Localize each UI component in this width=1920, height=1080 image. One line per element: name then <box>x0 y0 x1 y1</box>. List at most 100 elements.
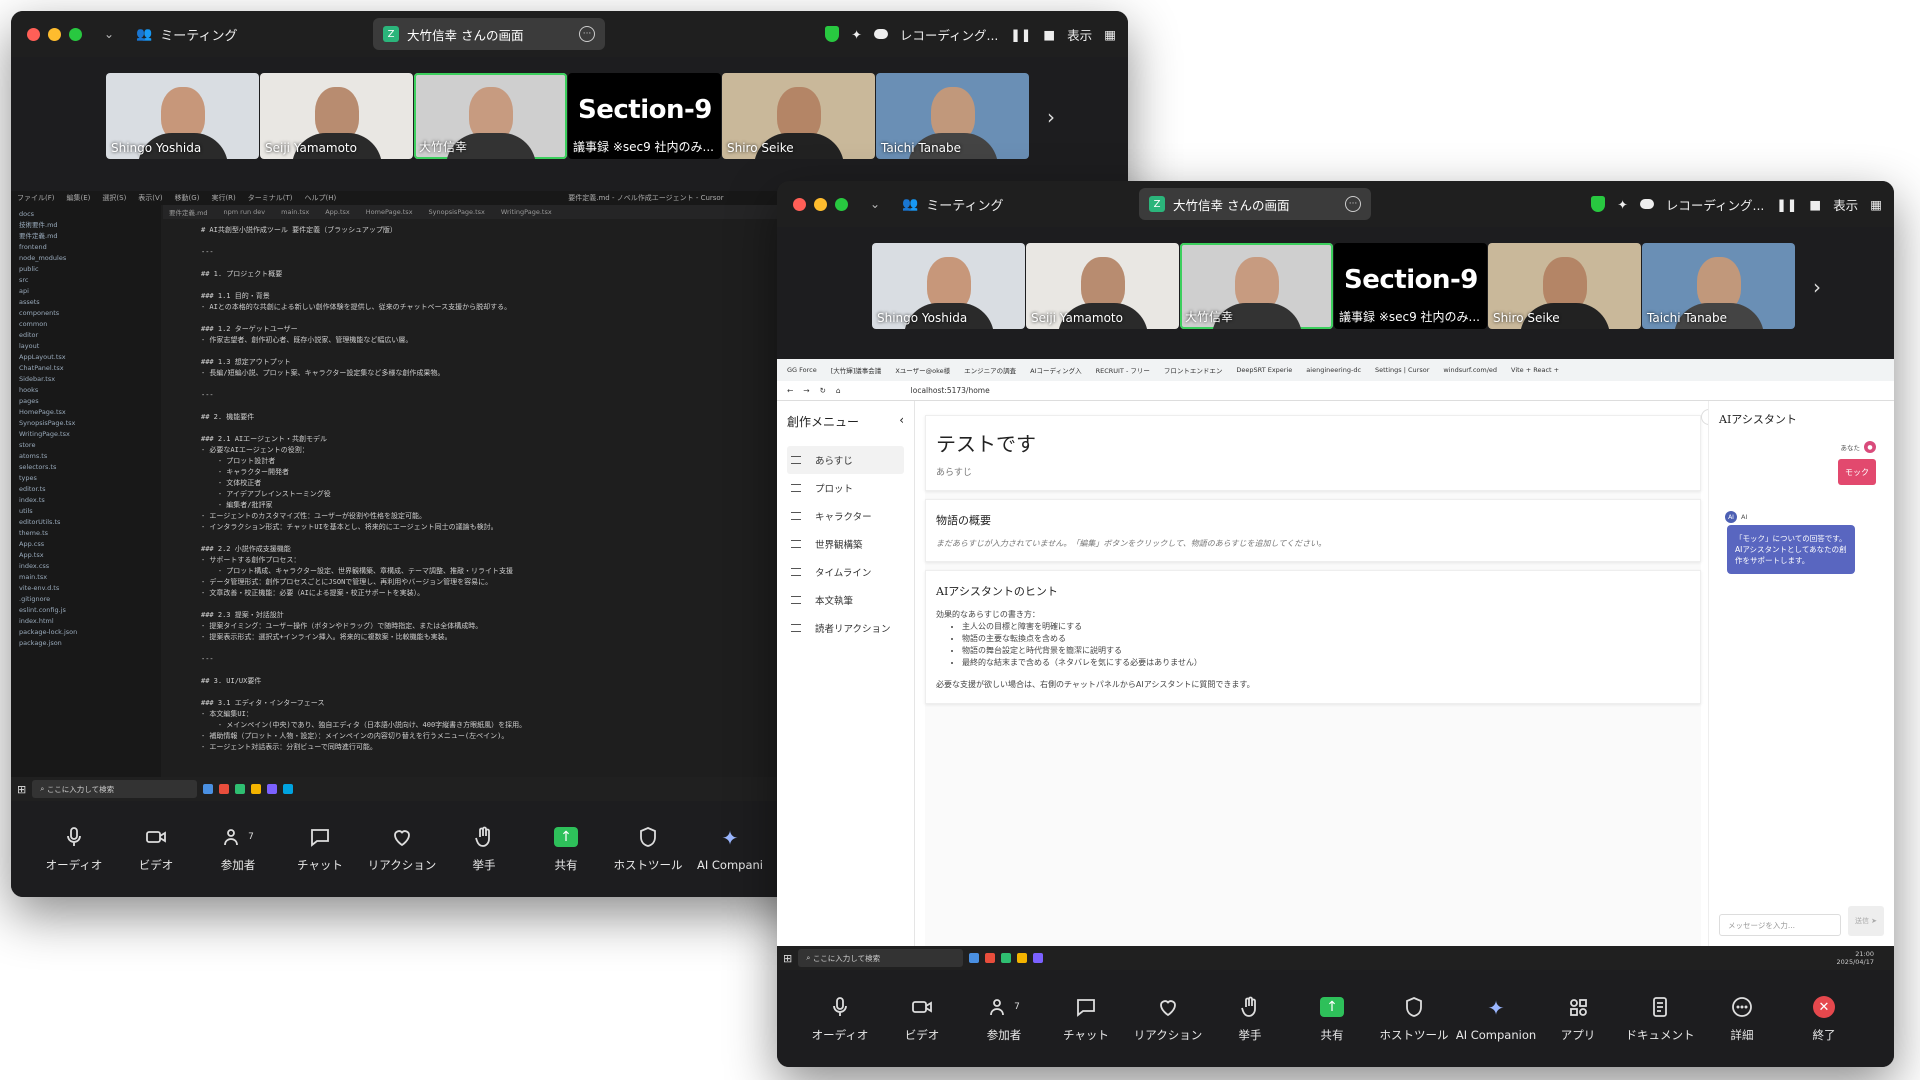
minimize-icon[interactable] <box>48 27 61 41</box>
file-tree-item[interactable]: index.ts <box>19 495 153 506</box>
sidebar-item[interactable]: あらすじ <box>787 446 904 474</box>
file-tree-item[interactable]: api <box>19 286 153 297</box>
taskbar-app-icon[interactable] <box>969 953 980 963</box>
sidebar-item[interactable]: 本文執筆 <box>787 586 904 614</box>
sidebar-item[interactable]: 読者リアクション <box>787 614 904 642</box>
toolbar-button[interactable]: ✦ AI Companion <box>1455 996 1537 1042</box>
more-icon[interactable]: ··· <box>579 26 595 42</box>
pause-icon[interactable]: ❚❚ <box>1010 27 1031 42</box>
menu-item[interactable]: 実行(R) <box>211 193 235 203</box>
shield-icon[interactable] <box>825 26 840 42</box>
browser-tab[interactable]: Vite + React + <box>1511 366 1559 374</box>
message-input[interactable]: メッセージを入力... <box>1719 914 1841 936</box>
view-button[interactable]: 表示 <box>1067 25 1092 44</box>
file-tree-item[interactable]: 要件定義.md <box>19 231 153 242</box>
toolbar-button[interactable]: ↑ 共有 <box>525 825 607 873</box>
toolbar-button[interactable]: 挙手 <box>443 825 525 873</box>
toolbar-button[interactable]: 詳細 <box>1701 995 1783 1043</box>
back-icon[interactable]: ← <box>787 386 793 395</box>
toolbar-button[interactable]: ホストツール <box>607 825 689 873</box>
file-tree-item[interactable]: docs <box>19 209 153 220</box>
file-tree-item[interactable]: selectors.ts <box>19 462 153 473</box>
file-tree-item[interactable]: common <box>19 319 153 330</box>
file-tree-item[interactable]: index.css <box>19 561 153 572</box>
participant-tile-active[interactable]: 大竹信幸 <box>1180 243 1333 329</box>
taskbar-search[interactable]: ⌕ ここに入力して検索 <box>32 780 198 798</box>
file-tree-item[interactable]: WritingPage.tsx <box>19 429 153 440</box>
grid-icon[interactable]: ▦ <box>1870 197 1882 212</box>
participant-tile[interactable]: Section-9 議事録 ※sec9 社内のみ... <box>568 73 721 159</box>
sidebar-item[interactable]: プロット <box>787 474 904 502</box>
file-tree-item[interactable]: public <box>19 264 153 275</box>
file-tree-item[interactable]: editorUtils.ts <box>19 517 153 528</box>
maximize-icon[interactable] <box>835 197 848 211</box>
file-tree-item[interactable]: package.json <box>19 638 153 649</box>
toolbar-button[interactable]: ビデオ <box>115 825 197 873</box>
close-icon[interactable] <box>27 27 40 41</box>
editor-tab[interactable]: 要件定義.md <box>169 207 208 217</box>
toolbar-button[interactable]: 挙手 <box>1209 995 1291 1043</box>
editor-tab[interactable]: SynopsisPage.tsx <box>429 208 485 216</box>
sidebar-item[interactable]: 世界観構築 <box>787 530 904 558</box>
file-tree-item[interactable]: editor.ts <box>19 484 153 495</box>
recording-label[interactable]: レコーディング... <box>900 25 999 44</box>
chevron-down-icon[interactable]: ⌄ <box>870 197 880 211</box>
editor-tab[interactable]: npm run dev <box>224 208 266 216</box>
sparkle-icon[interactable]: ✦ <box>851 27 861 42</box>
file-tree-item[interactable]: editor <box>19 330 153 341</box>
stop-icon[interactable]: ■ <box>1043 27 1055 42</box>
file-tree-item[interactable]: HomePage.tsx <box>19 407 153 418</box>
participant-tile[interactable]: Shingo Yoshida <box>106 73 259 159</box>
toolbar-button[interactable]: オーディオ <box>799 995 881 1043</box>
file-tree-item[interactable]: App.tsx <box>19 550 153 561</box>
file-tree-item[interactable]: components <box>19 308 153 319</box>
home-icon[interactable]: ⌂ <box>836 386 841 395</box>
taskbar-app-icon[interactable] <box>985 953 996 963</box>
shield-icon[interactable] <box>1591 196 1606 212</box>
browser-tab[interactable]: windsurf.com/ed <box>1443 366 1497 374</box>
browser-tab[interactable]: GG Force <box>787 366 817 374</box>
toolbar-button[interactable]: オーディオ <box>33 825 115 873</box>
toolbar-button[interactable]: ✕ 終了 <box>1783 995 1865 1043</box>
file-tree-item[interactable]: hooks <box>19 385 153 396</box>
browser-tab[interactable]: エンジニアの調査 <box>964 365 1016 375</box>
meeting-menu[interactable]: 👥 ミーティング <box>902 195 1003 214</box>
screen-share-pill[interactable]: Z 大竹信幸 さんの画面 ··· <box>1139 188 1371 220</box>
menu-item[interactable]: 表示(V) <box>138 193 162 203</box>
file-tree-item[interactable]: Sidebar.tsx <box>19 374 153 385</box>
toolbar-button[interactable]: ドキュメント <box>1619 995 1701 1043</box>
file-tree-item[interactable]: pages <box>19 396 153 407</box>
browser-tab[interactable]: Settings | Cursor <box>1375 366 1429 374</box>
menu-item[interactable]: 選択(S) <box>102 193 126 203</box>
toolbar-button[interactable]: ✦ AI Compani <box>689 826 771 872</box>
participant-tile[interactable]: Shiro Seike <box>1488 243 1641 329</box>
file-tree-item[interactable]: SynopsisPage.tsx <box>19 418 153 429</box>
editor-tab[interactable]: main.tsx <box>281 208 309 216</box>
sidebar-item[interactable]: タイムライン <box>787 558 904 586</box>
file-tree-item[interactable]: 技術要件.md <box>19 220 153 231</box>
chevron-down-icon[interactable]: ⌄ <box>104 27 114 41</box>
taskbar-app-icon[interactable] <box>251 784 262 794</box>
participant-tile[interactable]: Seiji Yamamoto <box>260 73 413 159</box>
sidebar-item[interactable]: キャラクター <box>787 502 904 530</box>
file-tree-item[interactable]: atoms.ts <box>19 451 153 462</box>
send-button[interactable]: 送信 ➤ <box>1848 906 1884 936</box>
taskbar-app-icon[interactable] <box>283 784 294 794</box>
taskbar-app-icon[interactable] <box>219 784 230 794</box>
toolbar-button[interactable]: チャット <box>279 825 361 873</box>
windows-start-icon[interactable]: ⊞ <box>783 952 792 965</box>
file-tree-item[interactable]: store <box>19 440 153 451</box>
menu-item[interactable]: ターミナル(T) <box>248 193 293 203</box>
maximize-icon[interactable] <box>69 27 82 41</box>
pause-icon[interactable]: ❚❚ <box>1776 197 1797 212</box>
reload-icon[interactable]: ↻ <box>820 386 826 395</box>
menu-item[interactable]: 移動(G) <box>175 193 200 203</box>
toolbar-button[interactable]: 7 参加者 <box>197 825 279 873</box>
more-icon[interactable]: ··· <box>1345 196 1361 212</box>
grid-icon[interactable]: ▦ <box>1104 27 1116 42</box>
browser-tab[interactable]: [大竹輝]議事会議 <box>831 365 882 375</box>
file-tree-item[interactable]: node_modules <box>19 253 153 264</box>
file-tree-item[interactable]: AppLayout.tsx <box>19 352 153 363</box>
file-tree-item[interactable]: frontend <box>19 242 153 253</box>
taskbar-app-icon[interactable] <box>267 784 278 794</box>
